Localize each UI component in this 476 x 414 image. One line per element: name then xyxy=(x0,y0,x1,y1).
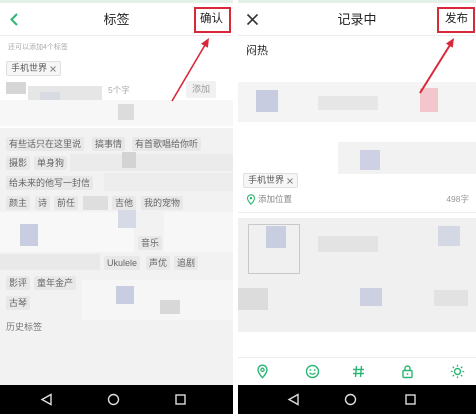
tag-option[interactable]: 诗 xyxy=(35,196,51,210)
location-pin-icon[interactable] xyxy=(255,364,270,379)
tag-option[interactable]: 摄影 xyxy=(6,156,31,170)
blurred-region xyxy=(420,88,438,112)
tag-limit-hint: 还可以添加4个标签 xyxy=(8,44,68,51)
blurred-region xyxy=(104,173,233,191)
blurred-region xyxy=(20,224,38,246)
close-small-icon[interactable] xyxy=(50,65,56,72)
blurred-region xyxy=(82,280,233,320)
blurred-region xyxy=(118,210,136,228)
blurred-region xyxy=(318,96,378,110)
tag-option[interactable]: Ukulele xyxy=(104,256,141,270)
home-circle-icon[interactable] xyxy=(107,393,120,406)
tag-option[interactable]: 有些话只在这里说 xyxy=(6,137,85,151)
selected-tag[interactable]: 手机世界 xyxy=(6,61,62,76)
smiley-icon[interactable] xyxy=(305,364,320,379)
blurred-region xyxy=(0,254,100,270)
selected-tag-label: 手机世界 xyxy=(248,175,285,185)
blurred-region xyxy=(338,142,476,174)
tag-option[interactable]: 前任 xyxy=(54,196,79,210)
blurred-region xyxy=(116,286,134,304)
lock-icon[interactable] xyxy=(400,364,415,379)
system-nav-bar xyxy=(238,385,476,414)
blurred-region xyxy=(160,300,180,314)
hash-icon[interactable] xyxy=(351,364,366,379)
blurred-region xyxy=(434,290,468,306)
tag-option[interactable]: 追剧 xyxy=(174,256,199,270)
tag-option[interactable]: 搞事情 xyxy=(92,137,126,151)
blurred-region xyxy=(122,152,136,168)
tag-option[interactable]: 颜主 xyxy=(6,196,31,210)
location-row[interactable]: 添加位置 498字 xyxy=(238,193,476,207)
post-body-text[interactable]: 闷热 xyxy=(246,45,268,58)
blurred-region xyxy=(266,226,286,248)
recents-square-icon[interactable] xyxy=(404,393,417,406)
tag-option[interactable]: 给未来的他写一封信 xyxy=(6,176,94,190)
selected-tag-label: 手机世界 xyxy=(11,63,48,73)
annotation-highlight-box xyxy=(437,7,475,33)
tag-option[interactable]: 吉他 xyxy=(112,196,137,210)
selected-tag[interactable]: 手机世界 xyxy=(243,173,299,188)
screenshot-composite: 标签 确认 还可以添加4个标签 手机世界 5个字 添加 有些话只在这里说 搞事情… xyxy=(0,0,476,414)
blurred-region xyxy=(70,154,233,171)
annotation-highlight-box xyxy=(194,7,231,33)
tag-option[interactable]: 我的宠物 xyxy=(141,196,184,210)
blurred-region xyxy=(83,196,108,210)
history-tags-title: 历史标签 xyxy=(6,322,43,332)
tag-option[interactable]: 声优 xyxy=(146,256,171,270)
blurred-region xyxy=(360,288,382,306)
blurred-region xyxy=(360,150,380,170)
recents-square-icon[interactable] xyxy=(174,393,187,406)
location-pin-icon xyxy=(246,194,256,205)
close-small-icon[interactable] xyxy=(287,177,293,184)
tag-option[interactable]: 影评 xyxy=(6,276,31,290)
divider xyxy=(238,212,476,213)
blurred-region xyxy=(6,82,26,94)
add-tag-button[interactable]: 添加 xyxy=(186,81,216,98)
blurred-region xyxy=(238,288,268,310)
tag-option[interactable]: 童年金产 xyxy=(34,276,77,290)
add-location-label[interactable]: 添加位置 xyxy=(258,194,292,205)
tags-screen: 标签 确认 还可以添加4个标签 手机世界 5个字 添加 有些话只在这里说 搞事情… xyxy=(0,0,233,414)
char-count: 498字 xyxy=(446,194,469,204)
blurred-region xyxy=(318,236,378,252)
tag-option[interactable]: 有首歌唱给你听 xyxy=(132,137,202,151)
back-triangle-icon[interactable] xyxy=(40,393,53,406)
back-triangle-icon[interactable] xyxy=(287,393,300,406)
blurred-region xyxy=(256,90,278,112)
editor-toolbar xyxy=(238,357,476,385)
char-counter: 5个字 xyxy=(108,85,130,95)
record-screen: 记录中 发布 闷热 手机世界 添加位置 498字 xyxy=(238,0,476,414)
blurred-region xyxy=(164,212,233,252)
tag-option[interactable]: 古琴 xyxy=(6,296,31,310)
tag-option[interactable]: 音乐 xyxy=(138,236,163,250)
system-nav-bar xyxy=(0,385,233,414)
tag-option[interactable]: 单身狗 xyxy=(34,156,68,170)
sun-icon[interactable] xyxy=(450,364,465,379)
blurred-region xyxy=(0,100,233,126)
blurred-region xyxy=(118,104,134,120)
blurred-region xyxy=(438,226,460,246)
home-circle-icon[interactable] xyxy=(344,393,357,406)
